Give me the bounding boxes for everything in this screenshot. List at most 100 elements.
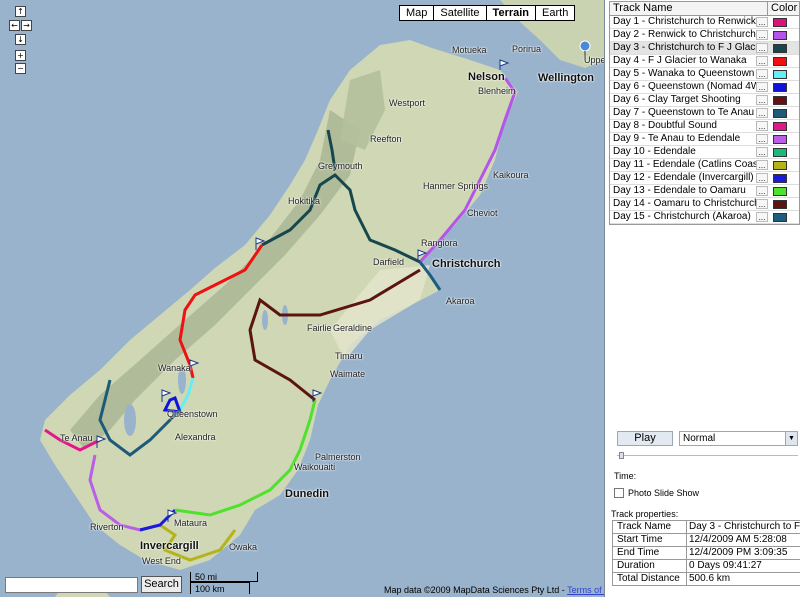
slider-thumb[interactable] — [619, 452, 624, 459]
track-row[interactable]: Day 15 - Christchurch (Akaroa)... — [610, 211, 799, 224]
map-type-earth-button[interactable]: Earth — [536, 6, 575, 20]
track-row[interactable]: Day 4 - F J Glacier to Wanaka... — [610, 55, 799, 68]
color-swatch[interactable] — [773, 187, 787, 196]
track-name-cell: Day 11 - Edendale (Catlins Coast) — [613, 159, 756, 170]
zoom-out-button[interactable]: − — [15, 63, 26, 74]
playback-slider[interactable] — [617, 452, 798, 459]
map-type-map-button[interactable]: Map — [400, 6, 435, 20]
color-picker-button[interactable]: ... — [756, 82, 768, 92]
scale-mi-label: 50 mi — [195, 572, 218, 582]
color-swatch[interactable] — [773, 96, 787, 105]
track-row[interactable]: Day 8 - Doubtful Sound... — [610, 120, 799, 133]
property-value: 12/4/2009 PM 3:09:35 — [689, 547, 788, 558]
color-swatch[interactable] — [773, 18, 787, 27]
property-row: Track NameDay 3 - Christchurch to F J Gl… — [613, 521, 800, 534]
place-label-cheviot: Cheviot — [467, 208, 498, 218]
speed-select[interactable]: Normal ▼ — [679, 431, 798, 446]
color-picker-button[interactable]: ... — [756, 30, 768, 40]
color-swatch[interactable] — [773, 213, 787, 222]
photo-slide-show-checkbox[interactable] — [614, 488, 624, 498]
place-label-greymouth: Greymouth — [318, 161, 363, 171]
place-label-motueka: Motueka — [452, 45, 487, 55]
property-key: End Time — [613, 547, 687, 559]
color-picker-button[interactable]: ... — [756, 17, 768, 27]
property-key: Duration — [613, 560, 687, 572]
track-row[interactable]: Day 13 - Edendale to Oamaru... — [610, 185, 799, 198]
track-grid-header: Track Name Color — [610, 2, 799, 16]
search-button[interactable]: Search — [141, 576, 182, 593]
track-row[interactable]: Day 1 - Christchurch to Renwick... — [610, 16, 799, 29]
color-picker-button[interactable]: ... — [756, 147, 768, 157]
color-picker-button[interactable]: ... — [756, 56, 768, 66]
zoom-in-button[interactable]: + — [15, 50, 26, 61]
track-name-cell: Day 7 - Queenstown to Te Anau — [613, 107, 755, 118]
color-picker-button[interactable]: ... — [756, 95, 768, 105]
track-name-cell: Day 5 - Wanaka to Queenstown — [613, 68, 755, 79]
pan-down-button[interactable]: ↓ — [15, 34, 26, 45]
color-swatch[interactable] — [773, 70, 787, 79]
track-row[interactable]: Day 14 - Oamaru to Christchurch... — [610, 198, 799, 211]
color-swatch[interactable] — [773, 109, 787, 118]
color-swatch[interactable] — [773, 44, 787, 53]
pan-right-button[interactable]: → — [21, 20, 32, 31]
place-label-west-end: West End — [142, 556, 181, 566]
place-label-blenheim: Blenheim — [478, 86, 516, 96]
track-row[interactable]: Day 9 - Te Anau to Edendale... — [610, 133, 799, 146]
color-picker-button[interactable]: ... — [756, 43, 768, 53]
track-name-cell: Day 13 - Edendale to Oamaru — [613, 185, 746, 196]
place-label-wanaka: Wanaka — [158, 363, 191, 373]
color-column-header[interactable]: Color — [768, 2, 799, 15]
track-row[interactable]: Day 10 - Edendale... — [610, 146, 799, 159]
track-row[interactable]: Day 11 - Edendale (Catlins Coast)... — [610, 159, 799, 172]
color-picker-button[interactable]: ... — [756, 134, 768, 144]
place-label-porirua: Porirua — [512, 44, 542, 54]
play-button[interactable]: Play — [617, 431, 673, 446]
track-row[interactable]: Day 7 - Queenstown to Te Anau... — [610, 107, 799, 120]
track-name-cell: Day 1 - Christchurch to Renwick — [613, 16, 756, 27]
time-label: Time: — [614, 471, 637, 481]
color-picker-button[interactable]: ... — [756, 108, 768, 118]
color-swatch[interactable] — [773, 174, 787, 183]
color-swatch[interactable] — [773, 122, 787, 131]
color-swatch[interactable] — [773, 31, 787, 40]
place-label-hanmer-springs: Hanmer Springs — [423, 181, 489, 191]
map-view[interactable]: ↑ ← → ↓ + − Map Satellite Terrain Earth Mot… — [0, 0, 605, 597]
track-name-cell: Day 2 - Renwick to Christchurch — [613, 29, 756, 40]
track-row[interactable]: Day 6 - Clay Target Shooting... — [610, 94, 799, 107]
track-row[interactable]: Day 3 - Christchurch to F J Glacier... — [610, 42, 799, 55]
color-swatch[interactable] — [773, 57, 787, 66]
color-picker-button[interactable]: ... — [756, 173, 768, 183]
property-row: Start Time 12/4/2009 AM 5:28:08 — [613, 534, 800, 547]
color-swatch[interactable] — [773, 148, 787, 157]
property-value: Day 3 - Christchurch to F J Glacier — [689, 521, 800, 532]
track-name-column-header[interactable]: Track Name — [610, 2, 768, 15]
pan-left-button[interactable]: ← — [9, 20, 20, 31]
track-row[interactable]: Day 6 - Queenstown (Nomad 4WD)... — [610, 81, 799, 94]
chevron-down-icon[interactable]: ▼ — [785, 432, 797, 445]
place-label-reefton: Reefton — [370, 134, 402, 144]
color-picker-button[interactable]: ... — [756, 121, 768, 131]
map-type-satellite-button[interactable]: Satellite — [434, 6, 487, 20]
track-name-cell: Day 4 - F J Glacier to Wanaka — [613, 55, 747, 66]
color-swatch[interactable] — [773, 200, 787, 209]
color-swatch[interactable] — [773, 83, 787, 92]
track-row[interactable]: Day 2 - Renwick to Christchurch... — [610, 29, 799, 42]
map-search-input[interactable] — [5, 577, 138, 593]
place-label-fairlie: Fairlie — [307, 323, 332, 333]
terms-of-use-link[interactable]: Terms of Use — [567, 585, 604, 595]
track-row[interactable]: Day 12 - Edendale (Invercargill)... — [610, 172, 799, 185]
color-swatch[interactable] — [773, 135, 787, 144]
color-picker-button[interactable]: ... — [756, 186, 768, 196]
track-name-cell: Day 12 - Edendale (Invercargill) — [613, 172, 754, 183]
map-type-terrain-button[interactable]: Terrain — [486, 6, 537, 20]
property-key: Total Distance — [613, 573, 687, 585]
color-picker-button[interactable]: ... — [756, 212, 768, 222]
track-row[interactable]: Day 5 - Wanaka to Queenstown... — [610, 68, 799, 81]
track-properties-table: Track NameDay 3 - Christchurch to F J Gl… — [612, 520, 800, 586]
pan-up-button[interactable]: ↑ — [15, 6, 26, 17]
color-picker-button[interactable]: ... — [756, 69, 768, 79]
color-picker-button[interactable]: ... — [756, 199, 768, 209]
place-label-kaikoura: Kaikoura — [493, 170, 529, 180]
color-swatch[interactable] — [773, 161, 787, 170]
color-picker-button[interactable]: ... — [756, 160, 768, 170]
